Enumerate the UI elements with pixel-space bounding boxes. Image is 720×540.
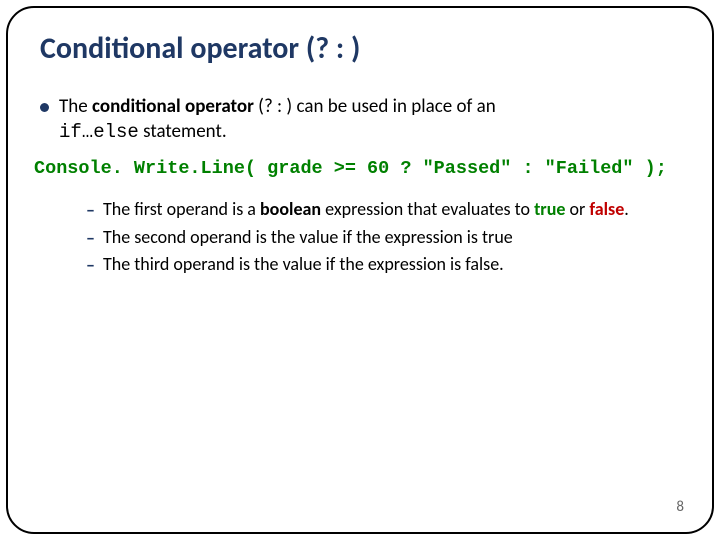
sub-bullet-1-text: The first operand is a boolean expressio… xyxy=(103,197,629,221)
sub-bullet-list: – The first operand is a boolean express… xyxy=(86,197,686,277)
sub-bullet-2-text: The second operand is the value if the e… xyxy=(103,225,513,249)
s1false: false xyxy=(589,198,624,220)
bullet-paren: (? : ) can be used in place of an xyxy=(254,95,496,118)
bullet-post: statement. xyxy=(139,120,227,143)
sub-bullet-3-text: The third operand is the value if the ex… xyxy=(103,252,504,276)
s1true: true xyxy=(534,198,565,220)
sub-bullet-3: – The third operand is the value if the … xyxy=(86,252,686,277)
s1c: expression that evaluates to xyxy=(321,198,534,220)
dash-icon: – xyxy=(86,226,95,250)
s1a: The first operand is a xyxy=(103,198,260,220)
dash-icon: – xyxy=(86,253,95,277)
main-bullet-text: The conditional operator (? : ) can be u… xyxy=(59,95,496,144)
main-bullet: The conditional operator (? : ) can be u… xyxy=(40,95,686,144)
bullet-bold: conditional operator xyxy=(92,95,254,118)
sub-bullet-2: – The second operand is the value if the… xyxy=(86,225,686,250)
s1d: or xyxy=(565,198,589,220)
bullet-dot-icon xyxy=(40,103,49,112)
slide-title: Conditional operator (? : ) xyxy=(40,30,686,67)
s1e: . xyxy=(624,198,629,220)
page-number: 8 xyxy=(676,498,684,516)
slide-frame: Conditional operator (? : ) The conditio… xyxy=(6,6,714,534)
sub-bullet-1: – The first operand is a boolean express… xyxy=(86,197,686,222)
dash-icon: – xyxy=(86,198,95,222)
bullet-mono: if…else xyxy=(59,121,139,143)
bullet-pre: The xyxy=(59,95,92,118)
s1b: boolean xyxy=(260,198,321,220)
code-line: Console. Write.Line( grade >= 60 ? "Pass… xyxy=(34,158,686,179)
